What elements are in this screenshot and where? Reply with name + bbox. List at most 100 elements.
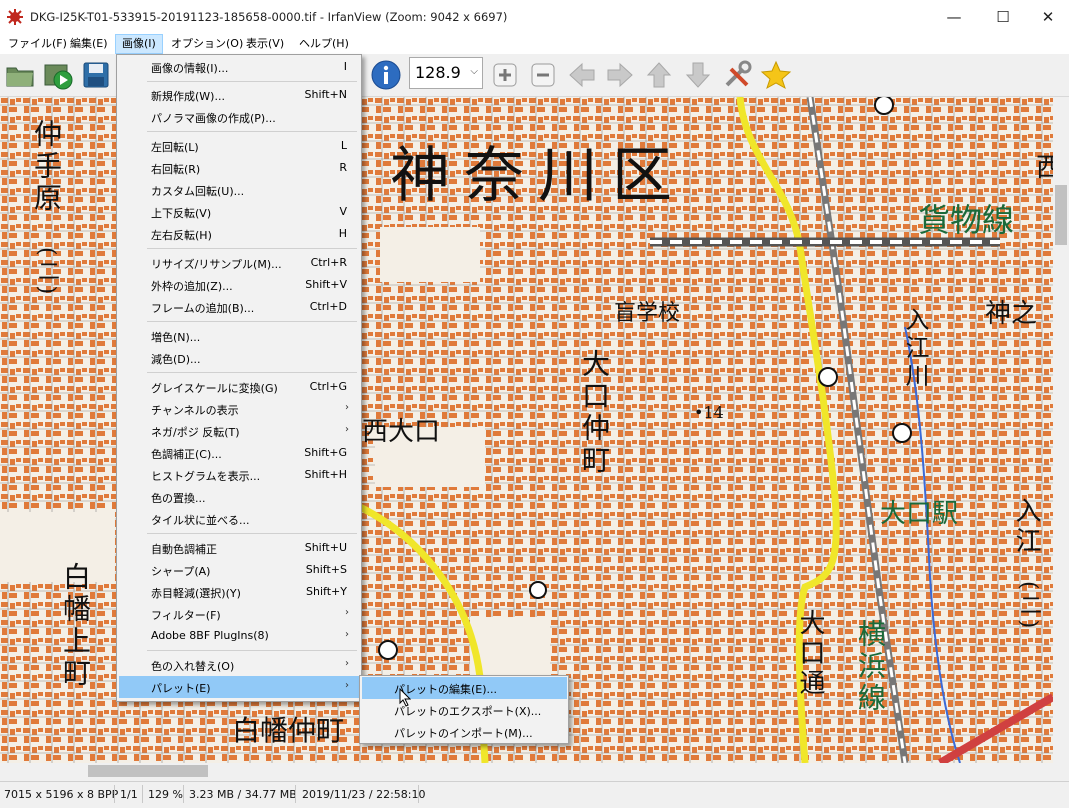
menu-new[interactable]: 新規作成(W)... Shift+N bbox=[119, 84, 359, 106]
menu-flip-horizontal[interactable]: 左右反転(H) H bbox=[119, 223, 359, 245]
menu-item-label: 減色(D)... bbox=[151, 353, 201, 366]
menu-item-label: パレットのエクスポート(X)... bbox=[394, 705, 542, 718]
menu-rotate-right[interactable]: 右回転(R) R bbox=[119, 157, 359, 179]
map-label-irie-num: (二) bbox=[1016, 581, 1041, 633]
menu-negative[interactable]: ネガ/ポジ 反転(T) › bbox=[119, 420, 359, 442]
menu-separator bbox=[147, 81, 357, 82]
status-page: 1/1 bbox=[120, 788, 138, 801]
menu-palette-edit[interactable]: パレットの編集(E)... bbox=[362, 677, 567, 699]
down-arrow-icon[interactable] bbox=[682, 59, 714, 91]
menu-item-shortcut: Shift+S bbox=[305, 563, 347, 576]
menu-item-label: フィルター(F) bbox=[151, 609, 221, 622]
menu-item-label: 自動色調補正 bbox=[151, 543, 217, 556]
menu-image[interactable]: 画像(I) bbox=[115, 34, 163, 54]
prev-arrow-icon[interactable] bbox=[566, 59, 598, 91]
menu-item-shortcut: Shift+G bbox=[304, 446, 347, 459]
menu-separator bbox=[147, 131, 357, 132]
menu-item-label: パレットのインポート(M)... bbox=[394, 727, 533, 740]
status-separator bbox=[295, 785, 296, 803]
tools-icon[interactable] bbox=[721, 59, 753, 91]
save-icon[interactable] bbox=[80, 59, 112, 91]
map-label-oguchi-station: 大口駅 bbox=[880, 499, 959, 529]
map-label-shiraha-naka: 白幡仲町 bbox=[232, 714, 345, 747]
menu-palette-import[interactable]: パレットのインポート(M)... bbox=[362, 721, 567, 743]
menu-red-eye[interactable]: 赤目軽減(選択)(Y) Shift+Y bbox=[119, 581, 359, 603]
menu-auto-adjust[interactable]: 自動色調補正 Shift+U bbox=[119, 537, 359, 559]
menu-item-shortcut: H bbox=[338, 227, 347, 240]
menu-item-label: パノラマ画像の作成(P)... bbox=[151, 112, 276, 125]
scroll-corner bbox=[1053, 763, 1069, 779]
menu-palette-export[interactable]: パレットのエクスポート(X)... bbox=[362, 699, 567, 721]
menu-show-channels[interactable]: チャンネルの表示 › bbox=[119, 398, 359, 420]
status-separator bbox=[418, 785, 419, 803]
menu-add-frame[interactable]: フレームの追加(B)... Ctrl+D bbox=[119, 296, 359, 318]
zoom-out-icon[interactable] bbox=[527, 59, 559, 91]
menu-item-label: 新規作成(W)... bbox=[151, 90, 225, 103]
menu-increase-colors[interactable]: 増色(N)... bbox=[119, 325, 359, 347]
menu-decrease-colors[interactable]: 減色(D)... bbox=[119, 347, 359, 369]
menu-add-border[interactable]: 外枠の追加(Z)... Shift+V bbox=[119, 274, 359, 296]
next-arrow-icon[interactable] bbox=[604, 59, 636, 91]
menu-sharpen[interactable]: シャープ(A) Shift+S bbox=[119, 559, 359, 581]
horizontal-scroll-thumb[interactable] bbox=[88, 765, 208, 777]
submenu-arrow-icon: › bbox=[345, 607, 349, 618]
menu-item-label: ネガ/ポジ 反転(T) bbox=[151, 426, 240, 439]
minimize-button[interactable]: — bbox=[931, 0, 977, 34]
map-label-irie: 入江 bbox=[1011, 497, 1041, 557]
close-button[interactable]: ✕ bbox=[1025, 0, 1069, 34]
menu-item-label: 左右反転(H) bbox=[151, 229, 212, 242]
menu-bar: ファイル(F) 編集(E) 画像(I) オプション(O) 表示(V) ヘルプ(H… bbox=[0, 34, 1069, 54]
menu-grayscale[interactable]: グレイスケールに変換(G) Ctrl+G bbox=[119, 376, 359, 398]
menu-resize[interactable]: リサイズ/リサンプル(M)... Ctrl+R bbox=[119, 252, 359, 274]
menu-panorama[interactable]: パノラマ画像の作成(P)... bbox=[119, 106, 359, 128]
menu-flip-vertical[interactable]: 上下反転(V) V bbox=[119, 201, 359, 223]
menu-item-label: Adobe 8BF PlugIns(8) bbox=[151, 629, 269, 642]
menu-item-label: フレームの追加(B)... bbox=[151, 302, 255, 315]
zoom-in-icon[interactable] bbox=[489, 59, 521, 91]
menu-custom-rotate[interactable]: カスタム回転(U)... bbox=[119, 179, 359, 201]
menu-view[interactable]: 表示(V) bbox=[240, 35, 290, 53]
chevron-down-icon[interactable]: ⌵ bbox=[470, 66, 478, 77]
menu-edit[interactable]: 編集(E) bbox=[64, 35, 114, 53]
menu-8bf-plugins[interactable]: Adobe 8BF PlugIns(8) › bbox=[119, 625, 359, 647]
map-label-yokohama-line: 横浜線 bbox=[854, 619, 887, 715]
menu-file[interactable]: ファイル(F) bbox=[2, 35, 73, 53]
status-dimensions: 7015 x 5196 x 8 BPP bbox=[4, 788, 119, 801]
menu-options[interactable]: オプション(O) bbox=[165, 35, 249, 53]
vertical-scroll-thumb[interactable] bbox=[1055, 185, 1067, 245]
menu-item-label: 外枠の追加(Z)... bbox=[151, 280, 233, 293]
close-icon: ✕ bbox=[1041, 8, 1055, 26]
submenu-arrow-icon: › bbox=[345, 658, 349, 669]
irfanview-app-icon[interactable] bbox=[6, 8, 24, 26]
submenu-arrow-icon: › bbox=[345, 629, 349, 640]
menu-palette[interactable]: パレット(E) › bbox=[119, 676, 359, 698]
menu-histogram[interactable]: ヒストグラムを表示... Shift+H bbox=[119, 464, 359, 486]
menu-replace-color[interactable]: 色の置換... bbox=[119, 486, 359, 508]
menu-color-correction[interactable]: 色調補正(C)... Shift+G bbox=[119, 442, 359, 464]
up-arrow-icon[interactable] bbox=[643, 59, 675, 91]
palette-submenu: パレットの編集(E)... パレットのエクスポート(X)... パレットのインポ… bbox=[359, 675, 569, 744]
menu-item-label: 赤目軽減(選択)(Y) bbox=[151, 587, 241, 600]
slideshow-icon[interactable] bbox=[42, 59, 74, 91]
menu-rotate-left[interactable]: 左回転(L) L bbox=[119, 135, 359, 157]
zoom-combo[interactable]: 128.9 ⌵ bbox=[409, 57, 483, 89]
status-zoom: 129 % bbox=[148, 788, 183, 801]
map-label-kaminoki: 神之 bbox=[985, 299, 1038, 329]
menu-tile[interactable]: タイル状に並べる... bbox=[119, 508, 359, 530]
menu-separator bbox=[147, 372, 357, 373]
menu-item-shortcut: Ctrl+R bbox=[310, 256, 347, 269]
maximize-button[interactable]: ☐ bbox=[980, 0, 1026, 34]
menu-image-info[interactable]: 画像の情報(I)... I bbox=[119, 56, 359, 78]
info-icon[interactable] bbox=[370, 59, 402, 91]
menu-item-shortcut: Shift+H bbox=[304, 468, 348, 481]
menu-item-shortcut: Shift+N bbox=[304, 88, 347, 101]
menu-help[interactable]: ヘルプ(H) bbox=[293, 35, 355, 53]
menu-filters[interactable]: フィルター(F) › bbox=[119, 603, 359, 625]
status-memory: 3.23 MB / 34.77 MB bbox=[189, 788, 297, 801]
menu-item-shortcut: Shift+U bbox=[304, 541, 347, 554]
open-folder-icon[interactable] bbox=[4, 59, 36, 91]
star-icon[interactable] bbox=[760, 59, 792, 91]
menu-item-label: ヒストグラムを表示... bbox=[151, 470, 261, 483]
menu-item-label: 色調補正(C)... bbox=[151, 448, 222, 461]
menu-swap-colors[interactable]: 色の入れ替え(O) › bbox=[119, 654, 359, 676]
